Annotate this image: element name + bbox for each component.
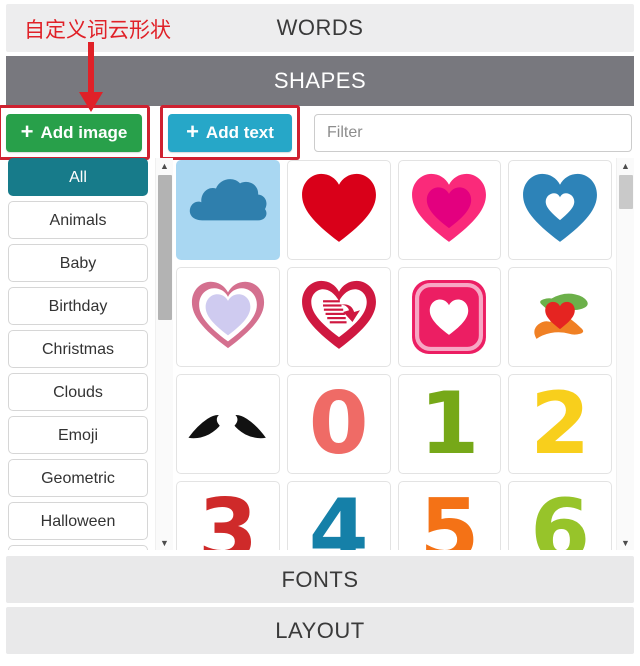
hands-holding-heart-icon bbox=[518, 275, 602, 359]
add-image-button[interactable]: + Add image bbox=[6, 114, 142, 152]
shape-cell-hands-holding-heart[interactable] bbox=[508, 267, 612, 367]
shape-cell-heart-square-magenta[interactable] bbox=[397, 267, 502, 367]
digit-four-icon: 4 bbox=[309, 488, 369, 550]
section-bar-layout[interactable]: LAYOUT bbox=[6, 607, 634, 654]
digit-glyph: 3 bbox=[197, 481, 258, 550]
plus-icon: + bbox=[20, 119, 34, 144]
digit-glyph: 0 bbox=[308, 374, 369, 474]
category-item-birthday[interactable]: Birthday bbox=[8, 287, 148, 325]
shape-grid[interactable]: 012 3456 bbox=[172, 158, 634, 550]
scroll-up-icon[interactable]: ▲ bbox=[617, 158, 634, 173]
scrollbar-thumb[interactable] bbox=[619, 175, 633, 209]
cloud-shape-icon bbox=[185, 167, 271, 253]
section-bar-fonts[interactable]: FONTS bbox=[6, 556, 634, 603]
digit-glyph: 5 bbox=[419, 481, 480, 550]
heart-double-pink-icon bbox=[407, 168, 491, 252]
digit-two-icon: 2 bbox=[530, 381, 590, 467]
digit-glyph: 6 bbox=[530, 481, 591, 550]
shape-cell-digit-zero[interactable]: 0 bbox=[286, 374, 391, 474]
digit-six-icon: 6 bbox=[530, 488, 590, 550]
hands-heart-black-icon bbox=[185, 381, 271, 467]
digit-zero-icon: 0 bbox=[309, 381, 369, 467]
shape-cell-heart-outline-blue[interactable] bbox=[508, 160, 612, 260]
add-text-button[interactable]: + Add text bbox=[168, 114, 292, 152]
shape-cell-digit-one[interactable]: 1 bbox=[397, 374, 502, 474]
digit-glyph: 1 bbox=[419, 374, 480, 474]
add-text-button-wrap: + Add text bbox=[160, 105, 300, 160]
digit-glyph: 4 bbox=[308, 481, 369, 550]
shape-cell-heart-arrow-crimson[interactable] bbox=[286, 267, 391, 367]
category-sidebar-wrap: All Animals Baby Birthday Christmas Clouds Emo… bbox=[6, 158, 173, 550]
category-item-emoji[interactable]: Emoji bbox=[8, 416, 148, 454]
shape-cell-digit-three[interactable]: 3 bbox=[176, 481, 280, 550]
shape-cell-digit-six[interactable]: 6 bbox=[508, 481, 612, 550]
category-item-christmas[interactable]: Christmas bbox=[8, 330, 148, 368]
shape-cell-hands-heart-black[interactable] bbox=[176, 374, 280, 474]
shape-grid-scrollbar[interactable]: ▲ ▼ bbox=[616, 158, 634, 550]
heart-arrow-crimson-icon bbox=[297, 275, 381, 359]
shape-cell-digit-two[interactable]: 2 bbox=[508, 374, 612, 474]
scroll-down-icon[interactable]: ▼ bbox=[617, 535, 634, 550]
annotation-caption: 自定义词云形状 bbox=[24, 18, 171, 42]
category-item[interactable] bbox=[8, 545, 148, 550]
shape-grid-wrap: 012 3456 ▲ ▼ bbox=[172, 158, 634, 550]
digit-five-icon: 5 bbox=[419, 488, 479, 550]
plus-icon: + bbox=[186, 119, 199, 144]
digit-glyph: 2 bbox=[530, 374, 591, 474]
add-image-label: Add image bbox=[40, 123, 128, 142]
shape-cell-digit-four[interactable]: 4 bbox=[286, 481, 391, 550]
heart-ring-pink-icon bbox=[187, 276, 269, 358]
category-list[interactable]: All Animals Baby Birthday Christmas Clouds Emo… bbox=[6, 158, 152, 550]
category-item-baby[interactable]: Baby bbox=[8, 244, 148, 282]
digit-one-icon: 1 bbox=[419, 381, 479, 467]
scrollbar-thumb[interactable] bbox=[158, 175, 172, 320]
heart-outline-blue-icon bbox=[518, 168, 602, 252]
shape-cell-cloud-shape[interactable] bbox=[176, 160, 280, 260]
scroll-up-icon[interactable]: ▲ bbox=[156, 158, 173, 173]
shapes-panel-body: All Animals Baby Birthday Christmas Clouds Emo… bbox=[0, 158, 640, 550]
shape-cell-digit-five[interactable]: 5 bbox=[397, 481, 502, 550]
filter-input[interactable] bbox=[314, 114, 632, 152]
annotation-down-arrow-icon bbox=[79, 42, 103, 112]
shape-cell-heart-solid-red[interactable] bbox=[286, 160, 391, 260]
scroll-down-icon[interactable]: ▼ bbox=[156, 535, 173, 550]
add-image-button-wrap: + Add image bbox=[0, 105, 150, 160]
heart-solid-red-icon bbox=[297, 168, 381, 252]
category-item-animals[interactable]: Animals bbox=[8, 201, 148, 239]
heart-square-magenta-icon bbox=[407, 275, 491, 359]
shape-cell-heart-ring-pink[interactable] bbox=[176, 267, 280, 367]
digit-three-icon: 3 bbox=[198, 488, 258, 550]
category-item-geometric[interactable]: Geometric bbox=[8, 459, 148, 497]
shape-cell-heart-double-pink[interactable] bbox=[397, 160, 502, 260]
category-item-all[interactable]: All bbox=[8, 158, 148, 196]
category-item-halloween[interactable]: Halloween bbox=[8, 502, 148, 540]
category-scrollbar[interactable]: ▲ ▼ bbox=[155, 158, 173, 550]
add-text-label: Add text bbox=[205, 123, 274, 142]
category-item-clouds[interactable]: Clouds bbox=[8, 373, 148, 411]
